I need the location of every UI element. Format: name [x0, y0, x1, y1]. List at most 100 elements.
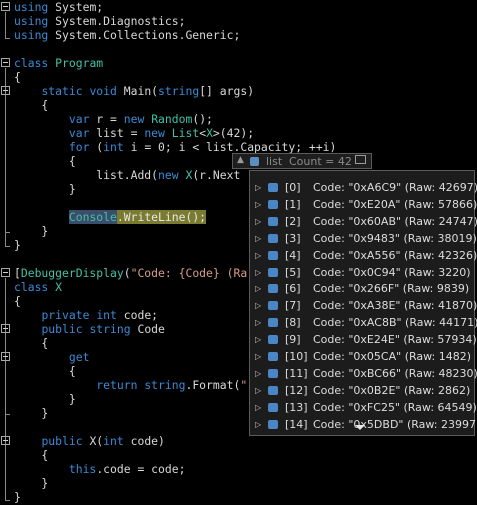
- code-line[interactable]: {: [14, 154, 76, 168]
- datatip-item[interactable]: ▷ [5] Code: "0x0C94" (Raw: 3220): [250, 264, 474, 281]
- datatip-item[interactable]: ▷ [1] Code: "0xE20A" (Raw: 57866): [250, 196, 477, 213]
- code-line[interactable]: public X(int code): [14, 434, 164, 448]
- expand-arrow-icon[interactable]: ▷: [255, 314, 261, 331]
- code-line[interactable]: class X: [14, 280, 62, 294]
- fold-toggle-code-property[interactable]: [1, 324, 10, 333]
- field-icon: [268, 216, 278, 226]
- code-token: (: [89, 140, 104, 154]
- datatip-items-list[interactable]: ▷ [0] Code: "0xA6C9" (Raw: 42697) ▷ [1] Code:…: [249, 170, 477, 436]
- datatip-item[interactable]: ▷ [10] Code: "0x05CA" (Raw: 1482): [250, 348, 474, 365]
- code-token: static: [41, 84, 83, 98]
- datatip-item[interactable]: ▷ [6] Code: "0x266F" (Raw: 9839): [250, 280, 474, 297]
- code-line[interactable]: public string Code: [14, 322, 164, 336]
- fold-toggle-get-accessor[interactable]: [1, 352, 10, 361]
- code-line[interactable]: }: [14, 476, 48, 490]
- datatip-item[interactable]: ▷ [13] Code: "0xFC25" (Raw: 64549): [250, 399, 477, 416]
- expand-arrow-icon[interactable]: ▷: [255, 348, 261, 365]
- code-line[interactable]: {: [14, 98, 48, 112]
- current-statement-highlight: Console: [68, 210, 117, 224]
- code-line[interactable]: }: [14, 406, 48, 420]
- expand-arrow-icon[interactable]: ▷: [255, 399, 261, 416]
- code-line[interactable]: }: [14, 224, 48, 238]
- code-token: this: [68, 462, 97, 476]
- expand-arrow-icon[interactable]: ▷: [255, 280, 261, 297]
- datatip-item-index: [8]: [285, 316, 301, 330]
- code-line[interactable]: for (int i = 0; i < list.Capacity; ++i): [14, 140, 336, 154]
- code-token: string: [158, 84, 200, 98]
- expand-arrow-icon[interactable]: ▷: [255, 230, 261, 247]
- code-line[interactable]: var r = new Random();: [14, 112, 213, 126]
- datatip-item[interactable]: ▷ [8] Code: "0xAC8B" (Raw: 44171): [250, 314, 477, 331]
- datatip-item-value: Code: "0xBC66" (Raw: 48230): [313, 366, 477, 380]
- code-token: (r.Next: [192, 168, 241, 182]
- code-line[interactable]: {: [14, 364, 76, 378]
- scroll-down-icon[interactable]: [355, 425, 365, 430]
- code-line[interactable]: private int code;: [14, 308, 158, 322]
- datatip-item[interactable]: ▷ [9] Code: "0xE24E" (Raw: 57934): [250, 331, 477, 348]
- field-icon: [268, 318, 278, 328]
- datatip-item[interactable]: ▷ [11] Code: "0xBC66" (Raw: 48230): [250, 365, 477, 382]
- fold-toggle-attribute[interactable]: [1, 268, 10, 277]
- code-line[interactable]: {: [14, 294, 21, 308]
- expand-arrow-icon[interactable]: ▷: [255, 213, 261, 230]
- datatip-item[interactable]: ▷ [4] Code: "0xA556" (Raw: 42326): [250, 247, 477, 264]
- datatip-value: Count = 42: [289, 155, 352, 168]
- code-line[interactable]: list.Add(new X(r.Next: [14, 168, 240, 182]
- expand-arrow-icon[interactable]: ▷: [255, 365, 261, 382]
- fold-toggle-main-method[interactable]: [1, 86, 10, 95]
- datatip-item[interactable]: ▷ [3] Code: "0x9483" (Raw: 38019): [250, 230, 477, 247]
- expand-arrow-icon[interactable]: ▷: [255, 264, 261, 281]
- expand-arrow-icon[interactable]: ▷: [255, 247, 261, 264]
- datatip-item[interactable]: ▷ [0] Code: "0xA6C9" (Raw: 42697): [250, 179, 477, 196]
- fold-toggle-program-class[interactable]: [1, 58, 10, 67]
- code-line[interactable]: using System;: [14, 0, 103, 14]
- code-token: }: [14, 182, 76, 196]
- datatip-item-index: [3]: [285, 231, 301, 245]
- code-token: .Format(: [185, 378, 241, 392]
- code-line[interactable]: return string.Format(": [14, 378, 247, 392]
- datatip-item-index: [7]: [285, 299, 301, 313]
- chevron-right-icon[interactable]: ▲: [237, 155, 244, 165]
- code-line[interactable]: using System.Diagnostics;: [14, 14, 185, 28]
- fold-toggle-usings[interactable]: [1, 2, 10, 11]
- expand-arrow-icon[interactable]: ▷: [255, 382, 261, 399]
- code-line[interactable]: get: [14, 350, 90, 364]
- expand-arrow-icon[interactable]: ▷: [255, 416, 261, 433]
- code-token: {: [14, 364, 76, 378]
- code-line[interactable]: }: [14, 490, 21, 504]
- fold-toggle-constructor[interactable]: [1, 436, 10, 445]
- expand-arrow-icon[interactable]: ▷: [255, 179, 261, 196]
- code-line[interactable]: using System.Collections.Generic;: [14, 28, 240, 42]
- pin-icon[interactable]: [355, 155, 366, 164]
- code-line[interactable]: }: [14, 182, 76, 196]
- code-token: list =: [89, 126, 145, 140]
- code-line[interactable]: var list = new List<X>(42);: [14, 126, 254, 140]
- code-line[interactable]: class Program: [14, 56, 103, 70]
- datatip-header[interactable]: ▲ list Count = 42: [232, 153, 372, 169]
- datatip-item[interactable]: ▷ [2] Code: "0x60AB" (Raw: 24747): [250, 213, 477, 230]
- code-line[interactable]: {: [14, 448, 48, 462]
- datatip-item-value: Code: "0xE20A" (Raw: 57866): [313, 197, 477, 211]
- field-icon: [268, 352, 278, 361]
- code-line[interactable]: this.code = code;: [14, 462, 186, 476]
- code-line[interactable]: {: [14, 336, 48, 350]
- outline-guide-end: [5, 246, 10, 247]
- datatip-item-index: [13]: [285, 400, 308, 414]
- code-token: {: [14, 336, 49, 350]
- code-line[interactable]: }: [14, 238, 21, 252]
- code-token: Program: [55, 56, 104, 70]
- code-line[interactable]: }: [14, 392, 76, 406]
- expand-arrow-icon[interactable]: ▷: [255, 196, 261, 213]
- code-line[interactable]: {: [14, 70, 21, 84]
- code-line[interactable]: Console.WriteLine();: [14, 210, 207, 224]
- expand-arrow-icon[interactable]: ▷: [255, 297, 261, 314]
- datatip-item[interactable]: ▷ [7] Code: "0xA38E" (Raw: 41870): [250, 297, 477, 314]
- code-token: Main(: [116, 84, 159, 98]
- code-line[interactable]: [DebuggerDisplay("Code: {Code} (Ra: [14, 266, 247, 280]
- datatip-item[interactable]: ▷ [12] Code: "0x0B2E" (Raw: 2862): [250, 382, 474, 399]
- code-line[interactable]: static void Main(string[] args): [14, 84, 254, 98]
- expand-arrow-icon[interactable]: ▷: [255, 331, 261, 348]
